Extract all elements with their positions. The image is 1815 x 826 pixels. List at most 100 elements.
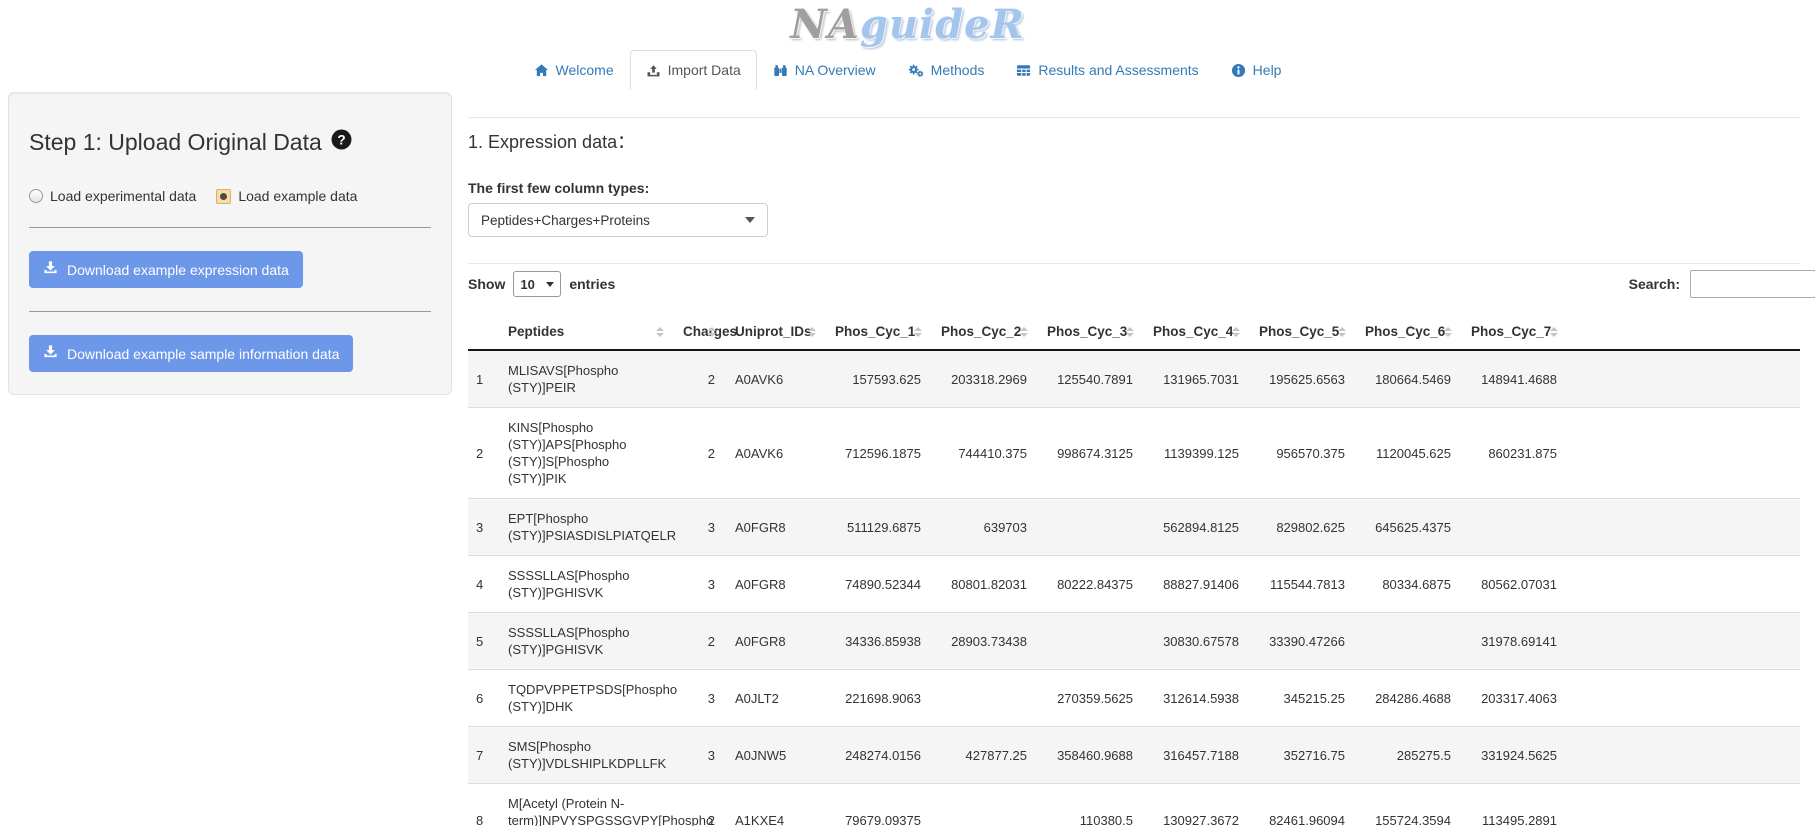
value-cell: 221698.9063 bbox=[825, 670, 931, 727]
value-cell: 157593.625 bbox=[825, 350, 931, 408]
download-expression-button[interactable]: Download example expression data bbox=[29, 251, 303, 288]
row-number: 1 bbox=[468, 350, 498, 408]
download-icon bbox=[43, 344, 58, 363]
radio-load-example[interactable]: Load example data bbox=[216, 188, 357, 204]
uniprot-cell: A0FGR8 bbox=[725, 613, 825, 670]
filler-cell bbox=[1567, 727, 1800, 784]
info-circle-icon bbox=[1231, 63, 1246, 78]
column-header-uniprot_ids[interactable]: Uniprot_IDs bbox=[725, 314, 825, 350]
tab-help[interactable]: Help bbox=[1215, 50, 1298, 90]
divider bbox=[29, 311, 431, 312]
row-number: 8 bbox=[468, 784, 498, 826]
value-cell: 110380.5 bbox=[1037, 784, 1143, 826]
page-length-select[interactable]: 10 bbox=[513, 271, 561, 297]
sort-arrows-icon bbox=[808, 327, 816, 337]
tab-import-data[interactable]: Import Data bbox=[630, 50, 757, 90]
value-cell: 427877.25 bbox=[931, 727, 1037, 784]
radio-label: Load example data bbox=[238, 188, 357, 204]
value-cell: 956570.375 bbox=[1249, 408, 1355, 499]
column-types-select[interactable]: Peptides+Charges+Proteins bbox=[468, 203, 768, 237]
table-row: 1MLISAVS[Phospho (STY)]PEIR2A0AVK6157593… bbox=[468, 350, 1800, 408]
value-cell: 511129.6875 bbox=[825, 499, 931, 556]
value-cell: 284286.4688 bbox=[1355, 670, 1461, 727]
table-row: 8M[Acetyl (Protein N- term)]NPVYSPGSSGVP… bbox=[468, 784, 1800, 826]
entries-label: entries bbox=[569, 276, 615, 292]
value-cell: 1139399.125 bbox=[1143, 408, 1249, 499]
value-cell: 180664.5469 bbox=[1355, 350, 1461, 408]
gears-icon bbox=[908, 63, 924, 78]
row-number: 7 bbox=[468, 727, 498, 784]
value-cell: 744410.375 bbox=[931, 408, 1037, 499]
tab-na-overview[interactable]: NA Overview bbox=[757, 50, 892, 90]
value-cell: 829802.625 bbox=[1249, 499, 1355, 556]
column-header-phos_cyc_6[interactable]: Phos_Cyc_6 bbox=[1355, 314, 1461, 350]
table-body: 1MLISAVS[Phospho (STY)]PEIR2A0AVK6157593… bbox=[468, 350, 1800, 826]
home-icon bbox=[534, 63, 549, 78]
download-sample-info-button[interactable]: Download example sample information data bbox=[29, 335, 353, 372]
tab-welcome[interactable]: Welcome bbox=[518, 50, 630, 90]
peptide-cell: KINS[Phospho (STY)]APS[Phospho (STY)]S[P… bbox=[498, 408, 673, 499]
uniprot-cell: A0FGR8 bbox=[725, 499, 825, 556]
tab-results-assessments[interactable]: Results and Assessments bbox=[1000, 50, 1214, 90]
value-cell: 331924.5625 bbox=[1461, 727, 1567, 784]
uniprot-cell: A0FGR8 bbox=[725, 556, 825, 613]
uniprot-cell: A0JLT2 bbox=[725, 670, 825, 727]
row-number: 3 bbox=[468, 499, 498, 556]
sort-arrows-icon bbox=[1444, 327, 1452, 337]
table-header-row: PeptidesChargesUniprot_IDsPhos_Cyc_1Phos… bbox=[468, 314, 1800, 350]
column-header-phos_cyc_4[interactable]: Phos_Cyc_4 bbox=[1143, 314, 1249, 350]
divider bbox=[468, 263, 1800, 264]
value-cell: 130927.3672 bbox=[1143, 784, 1249, 826]
search-input[interactable] bbox=[1690, 270, 1815, 298]
column-header-phos_cyc_1[interactable]: Phos_Cyc_1 bbox=[825, 314, 931, 350]
peptide-cell: M[Acetyl (Protein N- term)]NPVYSPGSSGVPY… bbox=[498, 784, 673, 826]
sort-arrows-icon bbox=[1126, 327, 1134, 337]
sort-arrows-icon bbox=[656, 327, 664, 337]
value-cell: 80334.6875 bbox=[1355, 556, 1461, 613]
caret-down-icon bbox=[745, 217, 755, 223]
radio-load-experimental[interactable]: Load experimental data bbox=[29, 188, 196, 204]
value-cell: 312614.5938 bbox=[1143, 670, 1249, 727]
value-cell: 80222.84375 bbox=[1037, 556, 1143, 613]
sort-arrows-icon bbox=[914, 327, 922, 337]
filler-cell bbox=[1567, 408, 1800, 499]
filler-cell bbox=[1567, 350, 1800, 408]
value-cell bbox=[1461, 499, 1567, 556]
column-header-phos_cyc_5[interactable]: Phos_Cyc_5 bbox=[1249, 314, 1355, 350]
table-row: 5SSSSLLAS[Phospho (STY)]PGHISVK2A0FGR834… bbox=[468, 613, 1800, 670]
column-header-phos_cyc_7[interactable]: Phos_Cyc_7 bbox=[1461, 314, 1567, 350]
charge-cell: 2 bbox=[673, 350, 725, 408]
divider bbox=[468, 117, 1800, 118]
filler-cell bbox=[1567, 784, 1800, 826]
column-header-phos_cyc_3[interactable]: Phos_Cyc_3 bbox=[1037, 314, 1143, 350]
filler-cell bbox=[1567, 613, 1800, 670]
radio-label: Load experimental data bbox=[50, 188, 196, 204]
radio-unselected-icon bbox=[29, 189, 43, 203]
value-cell: 115544.7813 bbox=[1249, 556, 1355, 613]
value-cell: 80801.82031 bbox=[931, 556, 1037, 613]
question-circle-icon[interactable]: ? bbox=[331, 129, 352, 156]
value-cell: 860231.875 bbox=[1461, 408, 1567, 499]
value-cell: 30830.67578 bbox=[1143, 613, 1249, 670]
value-cell: 203317.4063 bbox=[1461, 670, 1567, 727]
filler-cell bbox=[1567, 670, 1800, 727]
download-icon bbox=[43, 260, 58, 279]
value-cell: 34336.85938 bbox=[825, 613, 931, 670]
binoculars-icon bbox=[773, 63, 788, 78]
peptide-cell: SSSSLLAS[Phospho (STY)]PGHISVK bbox=[498, 613, 673, 670]
value-cell bbox=[931, 784, 1037, 826]
sort-arrows-icon bbox=[1232, 327, 1240, 337]
value-cell: 131965.7031 bbox=[1143, 350, 1249, 408]
value-cell: 358460.9688 bbox=[1037, 727, 1143, 784]
button-label: Download example sample information data bbox=[67, 345, 339, 363]
column-header-peptides[interactable]: Peptides bbox=[498, 314, 673, 350]
column-header-phos_cyc_2[interactable]: Phos_Cyc_2 bbox=[931, 314, 1037, 350]
expression-data-table: PeptidesChargesUniprot_IDsPhos_Cyc_1Phos… bbox=[468, 314, 1800, 826]
data-source-radio-group: Load experimental data Load example data bbox=[29, 188, 431, 204]
value-cell: 31978.69141 bbox=[1461, 613, 1567, 670]
column-header-charges[interactable]: Charges bbox=[673, 314, 725, 350]
value-cell: 155724.3594 bbox=[1355, 784, 1461, 826]
section-title: 1. Expression data： bbox=[468, 128, 1800, 154]
tab-methods[interactable]: Methods bbox=[892, 50, 1001, 90]
value-cell: 645625.4375 bbox=[1355, 499, 1461, 556]
